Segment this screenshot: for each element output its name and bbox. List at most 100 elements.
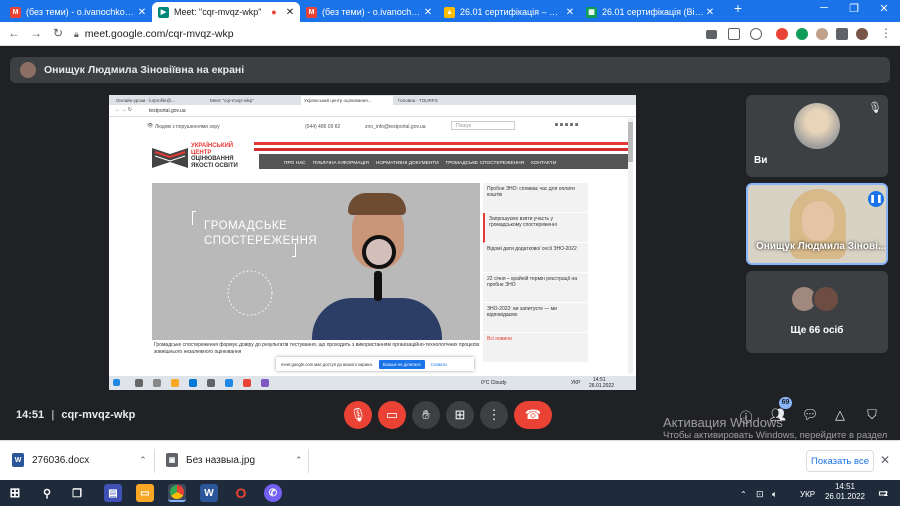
browser-tab-gmail-1[interactable]: M (без теми) - o.ivanochko@ip... ✕ (4, 2, 152, 22)
raise-hand-button[interactable]: ✋︎ (412, 401, 440, 429)
inner-lang: УКР (571, 380, 581, 386)
hand-icon: ✋︎ (422, 407, 430, 422)
tab-title: (без теми) - o.ivanochko@ip... (26, 7, 136, 17)
download-item[interactable]: ▣ Без назвыа.jpg ⌃ (166, 453, 303, 467)
hang-up-icon: ☎︎ (524, 407, 542, 422)
presenter-banner: Онищук Людмила Зіновіївна на екрані (10, 57, 890, 83)
close-tab-icon[interactable]: ✕ (422, 7, 434, 18)
download-filename: 276036.docx (32, 454, 90, 466)
more-options-button[interactable]: ⋮ (480, 401, 508, 429)
reload-icon[interactable]: ↻ (50, 26, 66, 40)
volume-icon[interactable]: 🔈︎ (772, 489, 777, 500)
close-tab-icon[interactable]: ✕ (704, 7, 716, 18)
mic-off-icon: 🎙︎ (349, 407, 367, 422)
windows-start-icon[interactable]: ⊞ (6, 484, 24, 502)
mic-toggle-button[interactable]: 🎙︎ (344, 401, 372, 429)
meeting-time: 14:51 (16, 409, 45, 421)
hero-caption: Громадське спостереження формує довіру д… (154, 342, 480, 355)
restore-icon[interactable]: ❐ (842, 2, 866, 15)
leave-call-button[interactable]: ☎︎ (514, 401, 552, 429)
news-item: Пробне ЗНО: спливає час для оплати кошті… (483, 183, 588, 213)
file-explorer-icon[interactable]: ▭ (136, 484, 154, 502)
meet-icon: ▶ (158, 6, 169, 18)
news-item: Запрошуємо взяти участь у громадському с… (483, 213, 588, 243)
browser-tab-sheets[interactable]: ▦ 26.01 сертифікація (Відпов... ✕ (580, 2, 720, 22)
download-filename: Без назвыа.jpg (186, 454, 256, 466)
social-icons: ◙◙◙◙◙ (555, 122, 581, 128)
word-icon[interactable]: W (200, 484, 218, 502)
opera-extension-icon[interactable] (776, 28, 788, 40)
network-icon[interactable]: ⊡ (756, 489, 764, 500)
notifications-icon[interactable]: ▭ 2 (874, 484, 892, 502)
close-tab-icon[interactable]: ✕ (284, 7, 296, 18)
gmail-icon: M (10, 6, 21, 18)
taskbar-clock[interactable]: 14:51 26.01.2022 (820, 482, 870, 502)
camera-toggle-button[interactable]: ▭ (378, 401, 406, 429)
close-downloads-icon[interactable]: ✕ (880, 453, 890, 467)
forward-icon[interactable]: → (28, 26, 44, 40)
present-button[interactable]: ⊞ (446, 401, 474, 429)
logo-text: УКРАЇНСЬКИЙ ЦЕНТР ОЦІНЮВАННЯ ЯКОСТІ ОСВІ… (191, 143, 238, 169)
new-tab-button[interactable]: + (726, 0, 750, 16)
download-item[interactable]: W 276036.docx ⌃ (12, 453, 147, 467)
windows-taskbar: ⊞ ⚲ ❐ ▤ ▭ W O ✆ ⌃ ⊡ 🔈︎ УКР 14:51 26.01.2… (0, 480, 900, 506)
meeting-info: 14:51 | cqr-mvqz-wkp (16, 409, 136, 421)
inner-weather: 0°C Cloudy (481, 380, 507, 386)
chevron-up-icon[interactable]: ⌃ (139, 455, 147, 466)
inner-tab-strip: Онлайн-уроки - lurprofile@... Meet: "cqr… (109, 95, 636, 105)
all-news-link: Всі новини (483, 333, 588, 363)
taskbar-app-icon (189, 379, 197, 387)
puzzle-icon[interactable] (836, 28, 848, 40)
minimize-icon[interactable]: ─ (812, 2, 836, 14)
extension-icon[interactable] (816, 28, 828, 40)
viber-icon[interactable]: ✆ (264, 484, 282, 502)
news-list: Пробне ЗНО: спливає час для оплати кошті… (483, 183, 588, 368)
stop-sharing-button: Більше не ділитися (378, 359, 425, 369)
taskbar-app-icon (171, 379, 179, 387)
chevron-up-icon[interactable]: ⌃ (740, 490, 747, 499)
chrome-icon[interactable] (168, 484, 186, 502)
task-view-icon[interactable]: ❐ (68, 484, 86, 502)
site-topbar: 👁︎ Людям з порушеннями зору (044) 486 09… (109, 118, 636, 138)
browser-tab-gmail-2[interactable]: M (без теми) - o.ivanochko@ip... ✕ (300, 2, 438, 22)
address-bar[interactable]: 🔒︎ meet.google.com/cqr-mvqz-wkp (74, 25, 694, 43)
news-item: Відомі дати додаткової сесії ЗНО-2022 (483, 243, 588, 273)
notification-count: 2 (884, 491, 888, 498)
browser-tab-drive[interactable]: ▲ 26.01 сертифікація – Google... ✕ (438, 2, 580, 22)
close-window-icon[interactable]: ✕ (872, 2, 896, 15)
avatar (794, 103, 840, 149)
opera-icon[interactable]: O (232, 484, 250, 502)
menu-dots-icon[interactable]: ⋮ (878, 26, 894, 40)
avatar (812, 285, 840, 313)
profile-avatar[interactable] (856, 28, 868, 40)
camera-icon[interactable] (706, 30, 717, 39)
chevron-up-icon[interactable]: ⌃ (295, 455, 303, 466)
share-icon[interactable] (728, 28, 740, 40)
close-tab-icon[interactable]: ✕ (564, 7, 576, 18)
close-tab-icon[interactable]: ✕ (136, 7, 148, 18)
accessibility-link: Людям з порушеннями зору (155, 124, 220, 130)
participant-name: Ще 66 осіб (790, 325, 844, 336)
browser-tab-meet[interactable]: ▶ Meet: "cqr-mvqz-wkp" ● ✕ (152, 2, 300, 22)
tab-title: 26.01 сертифікація – Google... (460, 7, 564, 17)
save-disk-icon[interactable]: ▤ (104, 484, 122, 502)
participant-name: Ви (754, 155, 768, 166)
hero-title-line: ГРОМАДСЬКЕ (204, 220, 288, 232)
participant-face (802, 201, 834, 241)
language-indicator[interactable]: УКР (800, 490, 815, 499)
url-text: meet.google.com/cqr-mvqz-wkp (84, 28, 234, 40)
participant-tile-self[interactable]: 🎙︎ Ви (746, 95, 888, 177)
downloads-bar: W 276036.docx ⌃ ▣ Без назвыа.jpg ⌃ Показ… (0, 440, 900, 480)
logo-line: УКРАЇНСЬКИЙ (191, 143, 234, 149)
back-icon[interactable]: ← (6, 26, 22, 40)
inner-tab: Meet: "cqr-mvqz-wkp" (210, 98, 254, 103)
participant-tile-presenter[interactable]: ❚❚ Онищук Людмила Зінові... (746, 183, 888, 265)
shield-extension-icon[interactable] (796, 28, 808, 40)
show-all-downloads-button[interactable]: Показать все (806, 450, 874, 472)
search-icon[interactable]: ⚲ (38, 484, 56, 502)
participant-tile-others[interactable]: Ще 66 осіб (746, 271, 888, 353)
site-nav: ПРО НАС ПУБЛІЧНА ІНФОРМАЦІЯ НОРМАТИВНІ Д… (284, 158, 589, 168)
mic-off-icon: 🎙︎ (868, 102, 882, 114)
bookmark-star-icon[interactable] (750, 28, 762, 40)
person-hair (348, 193, 406, 215)
